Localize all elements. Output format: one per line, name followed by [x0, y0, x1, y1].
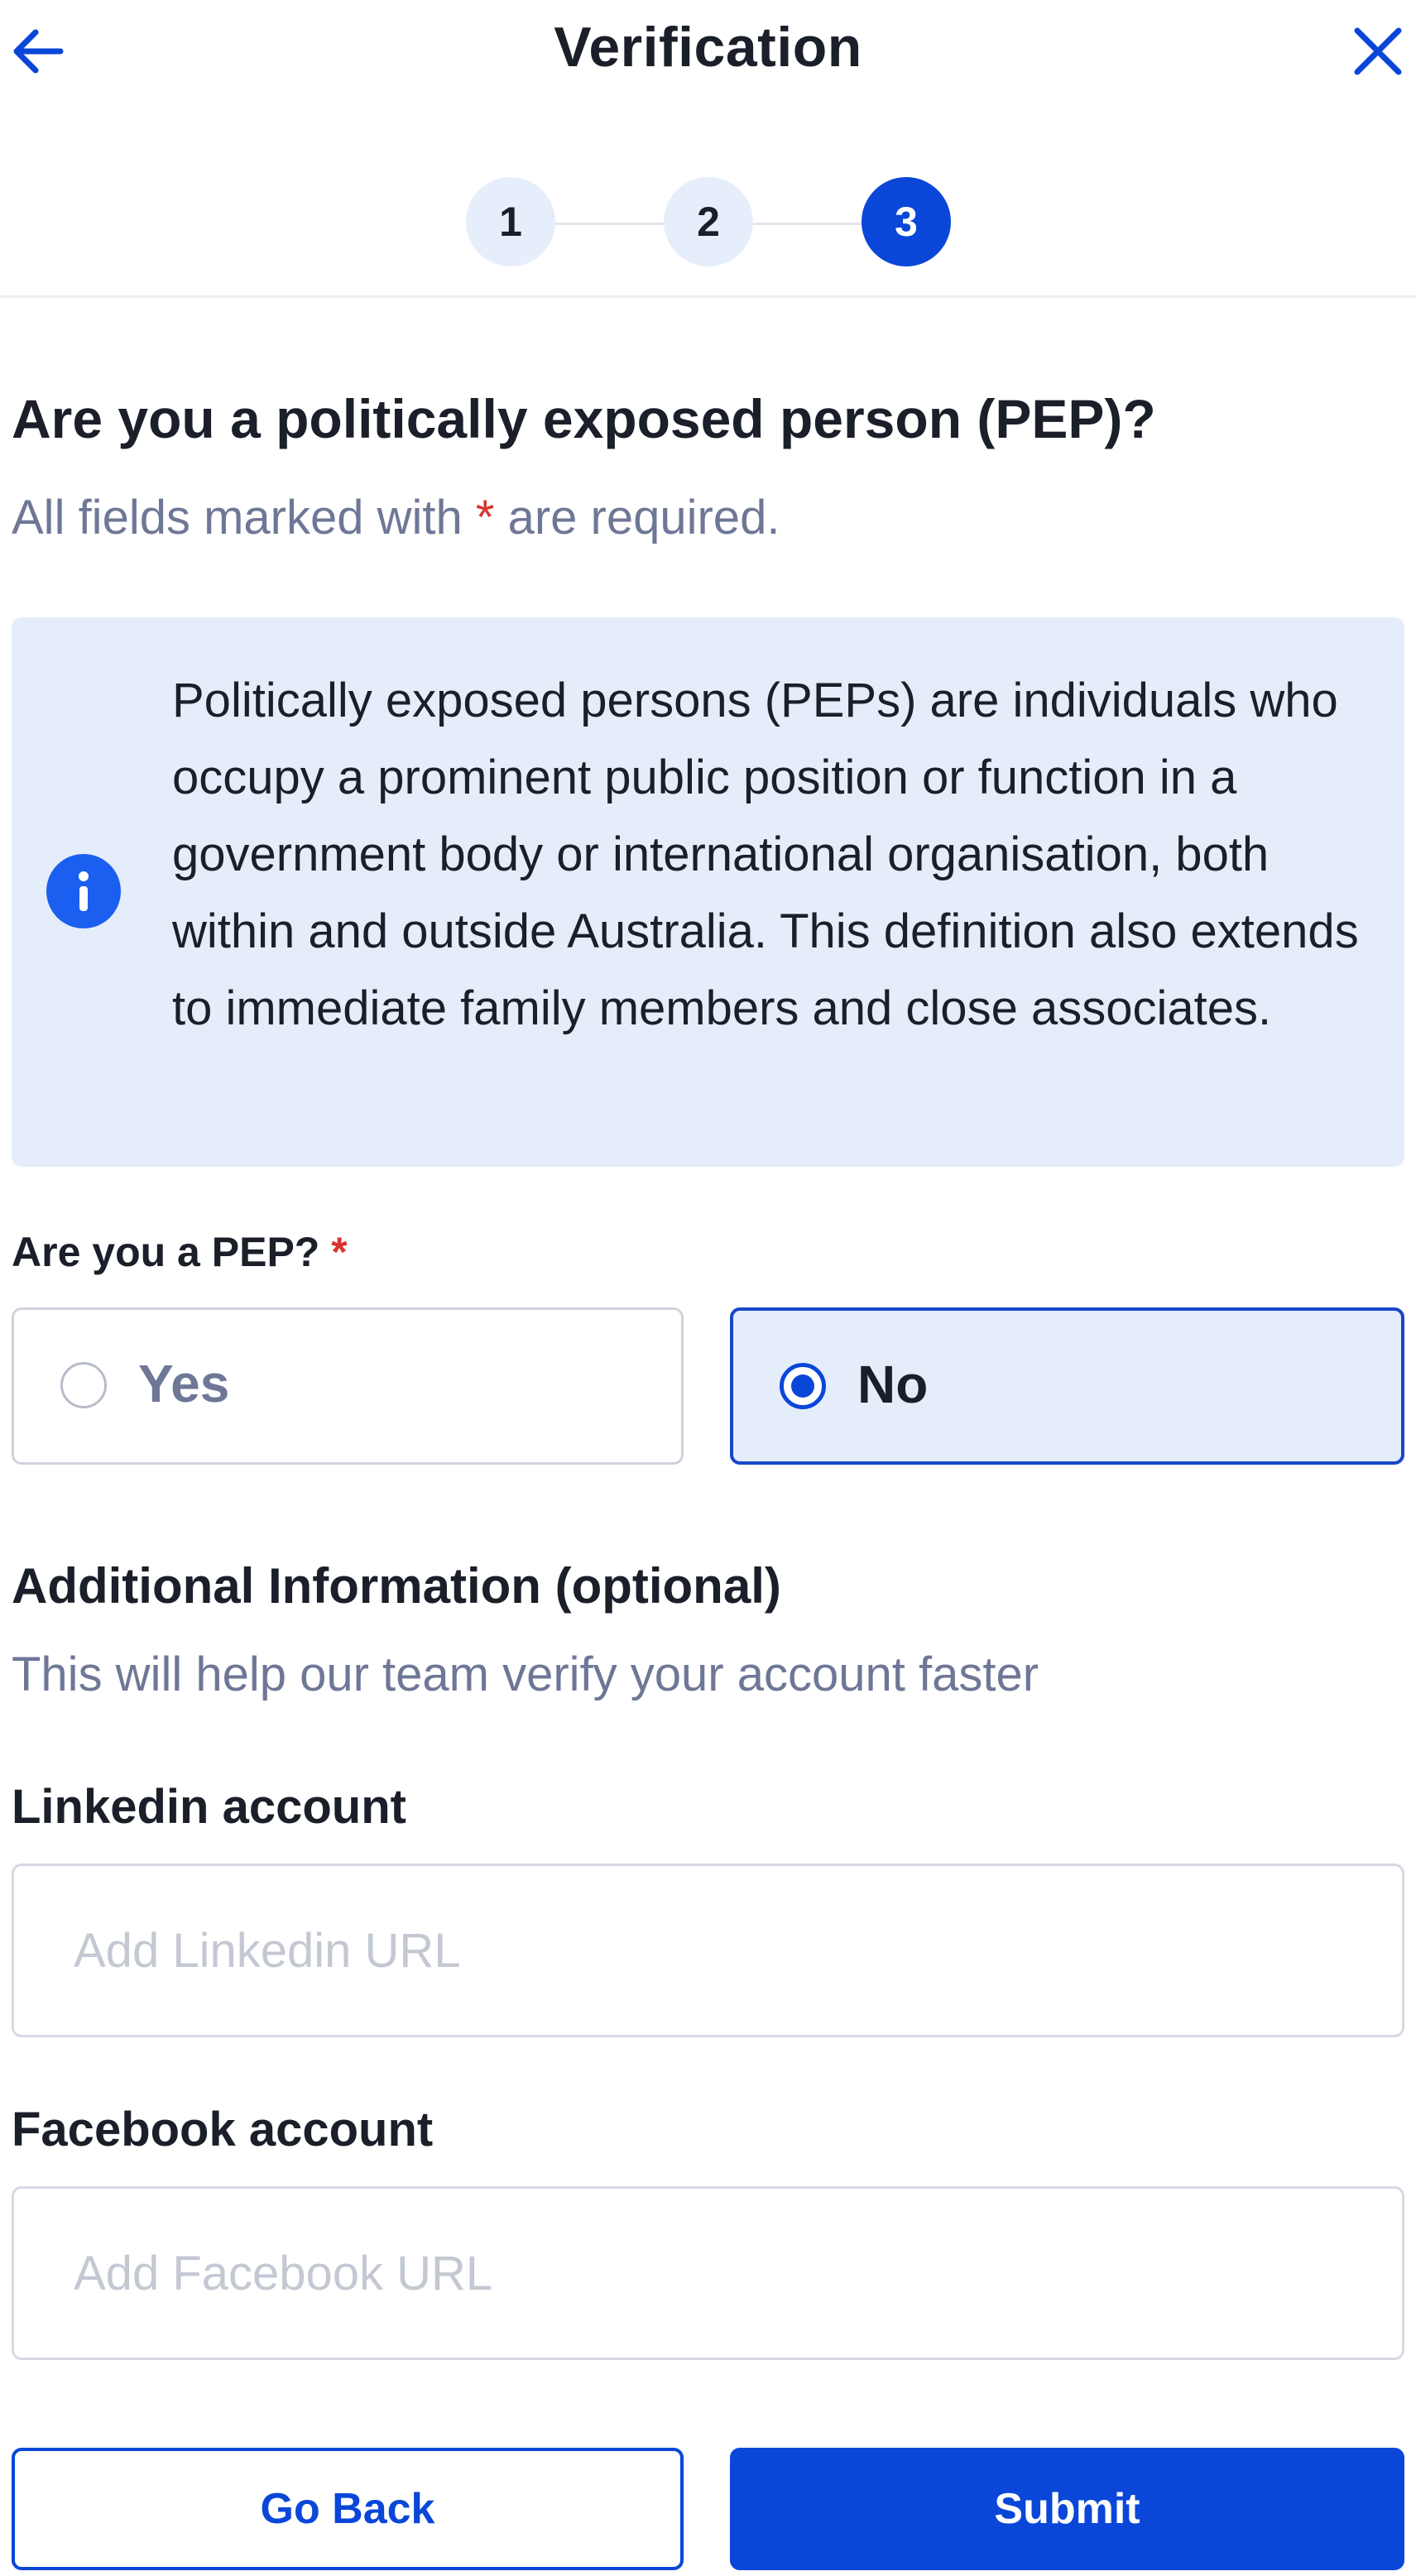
info-text: Politically exposed persons (PEPs) are i… [172, 674, 1359, 1035]
radio-option-no[interactable]: No [730, 1307, 1404, 1465]
info-icon [46, 854, 121, 928]
required-note-prefix: All fields marked with [12, 491, 463, 544]
step-2: 2 [664, 177, 753, 266]
linkedin-url-input[interactable] [12, 1864, 1404, 2037]
required-asterisk: * [331, 1229, 348, 1275]
progress-stepper: 1 2 3 [0, 177, 1416, 270]
question-title: Are you a politically exposed person (PE… [12, 388, 1156, 449]
pep-label-text: Are you a PEP? [12, 1229, 320, 1275]
close-button[interactable] [1345, 18, 1411, 84]
step-connector [753, 223, 865, 225]
additional-info-subtitle: This will help our team verify your acco… [12, 1648, 1039, 1701]
pep-question-label: Are you a PEP? * [12, 1228, 348, 1276]
additional-info-title: Additional Information (optional) [12, 1558, 781, 1614]
required-asterisk: * [475, 491, 495, 544]
step-3-active: 3 [862, 177, 951, 266]
top-bar: Verification [0, 0, 1416, 99]
step-1: 1 [466, 177, 555, 266]
linkedin-label: Linkedin account [12, 1780, 406, 1834]
radio-label-no: No [857, 1355, 929, 1414]
radio-label-yes: Yes [138, 1354, 230, 1413]
facebook-label: Facebook account [12, 2103, 434, 2156]
step-connector [554, 223, 666, 225]
pep-info-box: Politically exposed persons (PEPs) are i… [12, 617, 1404, 1167]
submit-button[interactable]: Submit [730, 2448, 1404, 2570]
radio-option-yes[interactable]: Yes [12, 1307, 684, 1465]
header-divider [0, 295, 1416, 298]
page-title: Verification [554, 16, 862, 79]
radio-selected-dot [791, 1374, 814, 1398]
required-note-suffix: are required. [507, 491, 780, 544]
close-icon [1354, 27, 1402, 75]
required-note: All fields marked with * are required. [12, 490, 780, 545]
info-glyph [79, 871, 89, 911]
facebook-url-input[interactable] [12, 2186, 1404, 2360]
go-back-button[interactable]: Go Back [12, 2448, 684, 2570]
radio-unchecked-icon [60, 1362, 107, 1408]
radio-checked-icon [780, 1363, 826, 1409]
